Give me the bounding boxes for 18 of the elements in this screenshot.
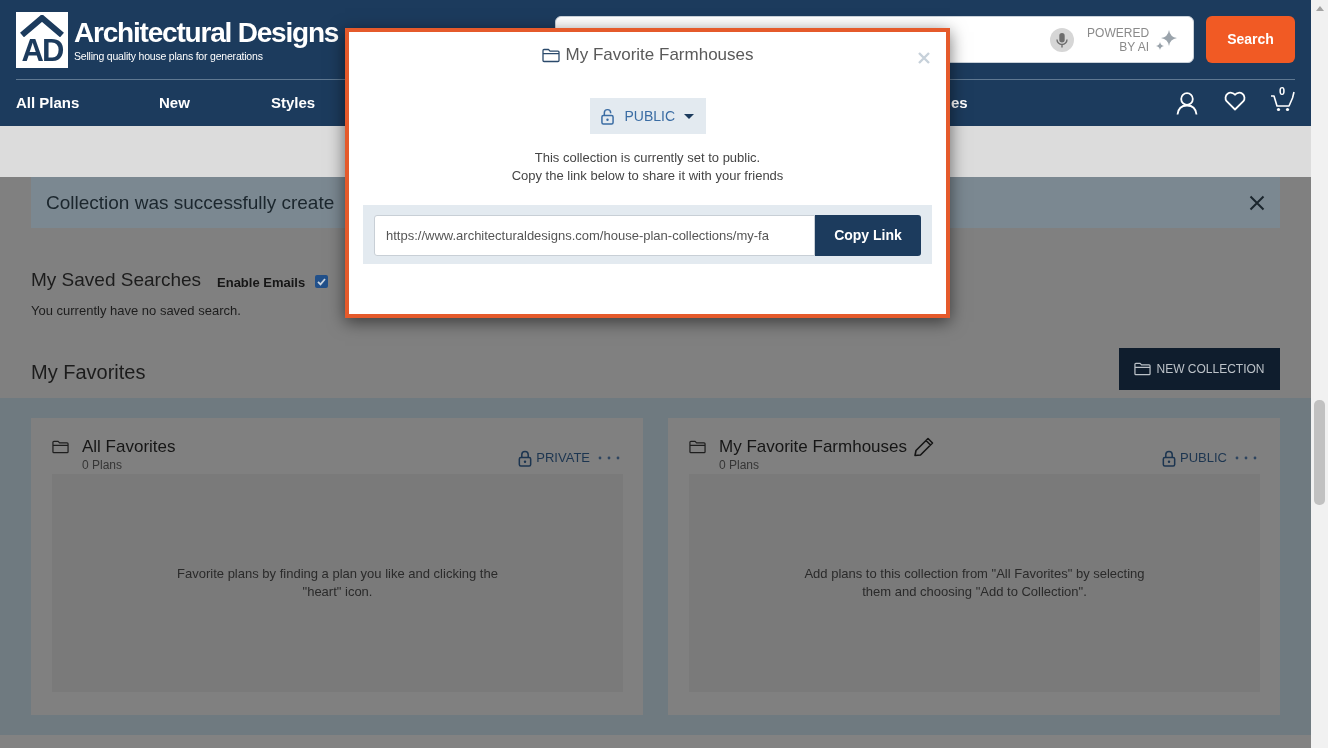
modal-message: This collection is currently set to public. xyxy=(534,149,761,167)
favorites-heading: My Favorites xyxy=(31,360,146,385)
modal-message: Copy the link below to share it with your friends xyxy=(511,167,784,185)
logo-wordmark: Architectural Designs xyxy=(74,16,339,50)
powered-by-ai-label: POWERED BY AI xyxy=(1087,25,1150,54)
empty-collection-message: Favorite plans by finding a plan you like and clicking the "heart" icon. xyxy=(176,565,499,601)
collection-title: My Favorite Farmhouses xyxy=(719,436,907,458)
dialog-title: My Favorite Farmhouses xyxy=(565,44,754,66)
plan-count: 0 Plans xyxy=(82,458,123,472)
collection-title: All Favorites xyxy=(82,436,176,458)
saved-searches-heading: My Saved Searches xyxy=(31,268,202,292)
empty-collection-message: Add plans to this collection from "All Favorites" by selecting them and choosing "Add to Collection". xyxy=(803,565,1146,601)
enable-emails-label: Enable Emails xyxy=(217,275,306,291)
no-saved-search-text: You currently have no saved search. xyxy=(31,303,241,319)
alert-message: Collection was successfully create xyxy=(46,190,335,215)
plan-count: 0 Plans xyxy=(719,458,760,472)
logo-tagline: Selling quality house plans for generations xyxy=(74,50,264,63)
cart-count: 0 xyxy=(1279,86,1286,97)
